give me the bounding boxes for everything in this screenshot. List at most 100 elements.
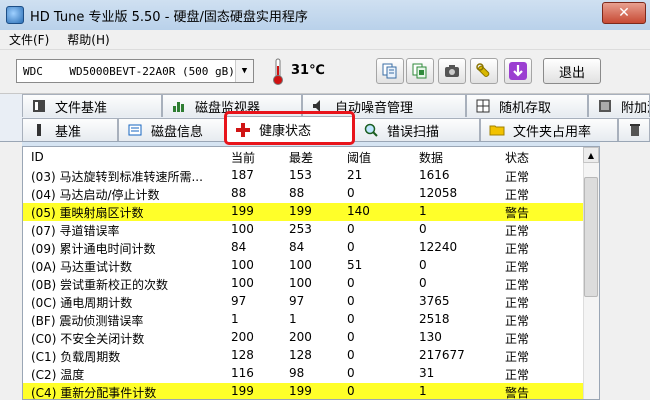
table-row[interactable]: (C0) 不安全关闭计数 200 200 0 130 正常 (23, 329, 583, 347)
menu-bar: 文件(F) 帮助(H) (0, 30, 650, 50)
table-row[interactable]: (09) 累计通电时间计数 84 84 0 12240 正常 (23, 239, 583, 257)
scroll-up-arrow[interactable]: ▲ (583, 147, 599, 163)
cell-threshold: 0 (347, 186, 355, 200)
cell-threshold: 140 (347, 204, 370, 218)
disk-info-icon (127, 122, 143, 138)
copy-screen-button[interactable] (406, 58, 434, 84)
cell-status: 正常 (505, 296, 530, 310)
cell-id: (09) 累计通电时间计数 (31, 242, 156, 256)
cell-current: 199 (231, 384, 254, 398)
title-bar: HD Tune 专业版 5.50 - 硬盘/固态硬盘实用程序 ✕ (0, 0, 650, 30)
table-row[interactable]: (C1) 负载周期数 128 128 0 217677 正常 (23, 347, 583, 365)
table-row[interactable]: (03) 马达旋转到标准转速所需... 187 153 21 1616 正常 (23, 167, 583, 185)
download-icon (509, 62, 527, 80)
cell-data: 12240 (419, 240, 458, 254)
tab-benchmark[interactable]: 基准 (22, 118, 118, 141)
tools-icon (476, 63, 490, 78)
table-row[interactable]: (05) 重映射扇区计数 199 199 140 1 警告 (23, 203, 583, 221)
cell-data: 2518 (419, 312, 450, 326)
tools-button[interactable] (470, 58, 498, 84)
copy-text-button[interactable] (376, 58, 404, 84)
header-threshold[interactable]: 阈值 (347, 149, 371, 166)
trash-icon (627, 122, 643, 138)
window-close-button[interactable]: ✕ (602, 2, 646, 24)
table-row[interactable]: (07) 寻道错误率 100 253 0 0 正常 (23, 221, 583, 239)
table-row[interactable]: (0B) 尝试重新校正的次数 100 100 0 0 正常 (23, 275, 583, 293)
grid-icon (475, 98, 491, 114)
header-status[interactable]: 状态 (505, 149, 529, 166)
extra-tests-icon (597, 98, 613, 114)
scrollbar-thumb[interactable] (584, 177, 598, 297)
cell-current: 84 (231, 240, 247, 254)
cell-data: 31 (419, 366, 435, 380)
table-row[interactable]: (C4) 重新分配事件计数 199 199 0 1 警告 (23, 383, 583, 399)
menu-help[interactable]: 帮助(H) (58, 31, 118, 48)
cell-threshold: 0 (347, 384, 355, 398)
cell-id: (0B) 尝试重新校正的次数 (31, 278, 169, 292)
header-id[interactable]: ID (31, 150, 44, 164)
cell-worst: 128 (289, 348, 312, 362)
copy-text-icon (382, 63, 397, 79)
cell-threshold: 21 (347, 168, 363, 182)
tab-erase[interactable] (618, 118, 650, 141)
cell-status: 正常 (505, 278, 530, 292)
cell-worst: 253 (289, 222, 312, 236)
menu-file[interactable]: 文件(F) (0, 31, 58, 48)
copy-screen-icon (412, 63, 427, 79)
thermometer-icon (273, 58, 283, 85)
tab-disk-info[interactable]: 磁盘信息 (118, 118, 226, 141)
bar-chart-icon (171, 98, 187, 114)
tab-label: 文件基准 (55, 100, 108, 116)
header-current[interactable]: 当前 (231, 149, 255, 166)
tab-label: 错误扫描 (387, 124, 440, 140)
cell-worst: 100 (289, 276, 312, 290)
cell-threshold: 0 (347, 294, 355, 308)
cell-data: 0 (419, 222, 427, 236)
cell-current: 1 (231, 312, 239, 326)
cell-current: 100 (231, 258, 254, 272)
right-margin (600, 142, 650, 400)
header-worst[interactable]: 最差 (289, 149, 313, 166)
table-row[interactable]: (04) 马达启动/停止计数 88 88 0 12058 正常 (23, 185, 583, 203)
cell-threshold: 0 (347, 366, 355, 380)
cell-id: (BF) 震动侦测错误率 (31, 314, 144, 328)
chevron-down-icon[interactable]: ▼ (235, 60, 253, 82)
cell-data: 1616 (419, 168, 450, 182)
cell-status: 正常 (505, 170, 530, 184)
tab-file-benchmark[interactable]: 文件基准 (22, 94, 162, 117)
cell-id: (C1) 负载周期数 (31, 350, 121, 364)
app-window: HD Tune 专业版 5.50 - 硬盘/固态硬盘实用程序 ✕ 文件(F) 帮… (0, 0, 650, 400)
screenshot-button[interactable] (438, 58, 466, 84)
benchmark-icon (31, 122, 47, 138)
cell-status: 正常 (505, 314, 530, 328)
cell-threshold: 0 (347, 240, 355, 254)
table-row[interactable]: (C2) 温度 116 98 0 31 正常 (23, 365, 583, 383)
cell-current: 128 (231, 348, 254, 362)
tab-error-scan[interactable]: 错误扫描 (354, 118, 480, 141)
cell-status: 正常 (505, 350, 530, 364)
table-header: ID 当前 最差 阈值 数据 状态 (23, 147, 599, 167)
cell-id: (05) 重映射扇区计数 (31, 206, 144, 220)
cell-data: 0 (419, 276, 427, 290)
cell-data: 0 (419, 258, 427, 272)
table-row[interactable]: (0C) 通电周期计数 97 97 0 3765 正常 (23, 293, 583, 311)
cell-threshold: 0 (347, 348, 355, 362)
download-button[interactable] (504, 58, 532, 84)
exit-button[interactable]: 退出 (543, 58, 601, 84)
table-row[interactable]: (BF) 震动侦测错误率 1 1 0 2518 正常 (23, 311, 583, 329)
cell-status: 正常 (505, 242, 530, 256)
folder-icon (489, 122, 505, 138)
tab-extra-tests[interactable]: 附加测 (588, 94, 650, 117)
smart-table: ID 当前 最差 阈值 数据 状态 (03) 马达旋转到标准转速所需... 18… (22, 146, 600, 400)
cell-status: 正常 (505, 332, 530, 346)
cell-id: (0A) 马达重试计数 (31, 260, 133, 274)
drive-select[interactable]: WDC WD5000BEVT-22A0R (500 gB) ▼ (16, 59, 254, 83)
table-row[interactable]: (0A) 马达重试计数 100 100 51 0 正常 (23, 257, 583, 275)
cell-worst: 97 (289, 294, 305, 308)
cell-data: 217677 (419, 348, 465, 362)
cell-threshold: 0 (347, 222, 355, 236)
tab-folder-usage[interactable]: 文件夹占用率 (480, 118, 618, 141)
tab-random-access[interactable]: 随机存取 (466, 94, 588, 117)
cell-current: 199 (231, 204, 254, 218)
header-data[interactable]: 数据 (419, 149, 443, 166)
